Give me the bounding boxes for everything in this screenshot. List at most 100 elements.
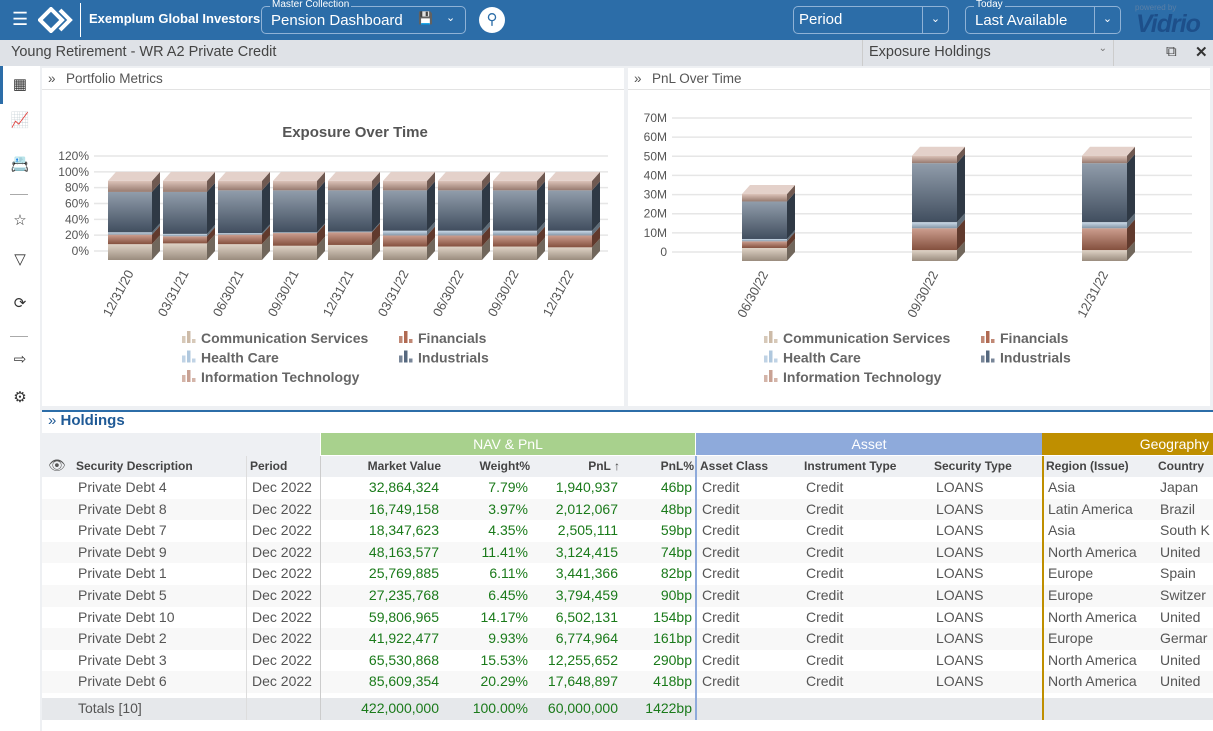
legend-item[interactable]: Financials: [981, 330, 1069, 346]
cell-market-value: 27,235,768: [368, 587, 439, 603]
bar-top: [163, 171, 215, 181]
cell-country: [1160, 698, 1213, 720]
column-header-period[interactable]: Period: [250, 456, 326, 477]
legend-item[interactable]: Health Care: [764, 350, 861, 366]
bar-segment: [493, 190, 537, 231]
bar-segment: [218, 244, 262, 260]
column-header-weight[interactable]: Weight%: [442, 456, 530, 477]
cell-asset-class: Credit: [702, 479, 740, 495]
bar-segment: [328, 244, 372, 260]
legend-bar-icon: [182, 331, 196, 343]
legend-item[interactable]: Industrials: [981, 350, 1071, 366]
cell-region: North America: [1048, 651, 1137, 668]
bar-segment: [912, 155, 957, 164]
column-header-pnl[interactable]: PnL ↑: [530, 456, 620, 477]
cell-region: Asia: [1048, 479, 1076, 495]
cell-pnl-pct: 1422bp: [645, 700, 692, 716]
table-row[interactable]: Private Debt 2 Dec 2022 41,922,477 9.93% 6,7…: [42, 628, 1213, 650]
column-header-instrument-type[interactable]: Instrument Type: [804, 456, 932, 477]
cell-security-description: Private Debt 9: [78, 543, 167, 560]
column-header-security-type[interactable]: Security Type: [934, 456, 1046, 477]
bar-segment: [383, 246, 427, 260]
cell-pnl: 3,441,366: [555, 565, 618, 582]
cell-market-value: 32,864,324: [368, 479, 439, 495]
column-header-security-description[interactable]: Security Description: [76, 456, 252, 477]
cell-weight: 20.29%: [480, 673, 528, 690]
cell-pnl: 6,502,131: [555, 608, 618, 625]
legend-bar-icon: [399, 350, 413, 363]
cell-pnl: 2,012,067: [555, 500, 618, 517]
cell-weight: 6.11%: [489, 565, 528, 582]
legend-item[interactable]: Information Technology: [764, 369, 942, 385]
cell-asset-class: Credit: [702, 587, 740, 603]
column-visibility-icon[interactable]: 👁: [48, 457, 66, 474]
cell-pnl: 1,940,937: [555, 479, 618, 495]
exposure-over-time-chart: 0% 20% 40%60% 80% 100% 120% Exposure Over Time…: [58, 111, 1192, 385]
table-row[interactable]: Private Debt 7 Dec 2022 18,347,623 4.35% 2,5…: [42, 520, 1213, 542]
column-header-region[interactable]: Region (Issue): [1046, 456, 1160, 477]
column-header-asset-class[interactable]: Asset Class: [700, 456, 806, 477]
bar-segment: [493, 246, 537, 260]
expand-icon[interactable]: »: [48, 412, 56, 429]
legend-item[interactable]: Communication Services: [764, 330, 950, 346]
legend-item[interactable]: Communication Services: [182, 330, 368, 346]
legend-item[interactable]: Information Technology: [182, 369, 360, 385]
bar-stack: [493, 171, 545, 260]
cell-market-value: 16,749,158: [368, 500, 439, 517]
totals-row[interactable]: Totals [10] 422,000,000 100.00% 60,000,000 1…: [42, 698, 1213, 720]
cell-security-type: LOANS: [936, 608, 984, 625]
bar-stack: [328, 171, 380, 260]
cell-region: Europe: [1048, 565, 1094, 582]
cell-period: Dec 2022: [252, 608, 312, 625]
cell-region: [1048, 698, 1158, 720]
group-header-geography: Geography: [1042, 433, 1213, 455]
legend-item[interactable]: Financials: [399, 330, 487, 346]
cell-period: Dec 2022: [252, 479, 312, 495]
cell-market-value: 48,163,577: [368, 543, 439, 560]
cell-security-type: LOANS: [936, 479, 984, 495]
cell-security-description: Private Debt 6: [78, 673, 167, 690]
table-row[interactable]: Private Debt 3 Dec 2022 65,530,868 15.53% 12…: [42, 649, 1213, 672]
cell-period: Dec 2022: [252, 630, 312, 647]
legend-label: Industrials: [1000, 350, 1071, 366]
bar-segment: [163, 243, 207, 260]
table-row[interactable]: Private Debt 8 Dec 2022 16,749,158 3.97% 2,0…: [42, 498, 1213, 521]
legend-bar-icon: [764, 350, 778, 363]
bar-segment: [328, 231, 372, 233]
bar-stack: [742, 185, 795, 261]
bar-stack: [163, 171, 215, 260]
column-header-pnl-pct[interactable]: PnL%: [620, 456, 694, 477]
cell-region: Asia: [1048, 522, 1076, 539]
cell-asset-class: Credit: [702, 543, 740, 560]
table-row[interactable]: Private Debt 10 Dec 2022 59,806,965 14.17% 6…: [42, 606, 1213, 629]
bar-segment: [742, 194, 787, 202]
cell-instrument-type: Credit: [806, 500, 844, 517]
bar-segment: [273, 180, 317, 191]
bar-segment: [438, 235, 482, 247]
holdings-panel: » Holdings NAV & PnL Asset Geography 👁 S…: [42, 410, 1213, 731]
table-row[interactable]: Private Debt 9 Dec 2022 48,163,577 11.41% 3,…: [42, 541, 1213, 564]
column-header-market-value[interactable]: Market Value: [319, 456, 441, 477]
x-tick-label: 06/30/22: [430, 267, 467, 319]
bar-stack: [1082, 146, 1135, 261]
x-tick-label: 09/30/22: [904, 268, 941, 320]
table-row[interactable]: Private Debt 4 Dec 2022 32,864,324 7.79% 1,9…: [42, 477, 1213, 499]
table-row[interactable]: Private Debt 6 Dec 2022 85,609,354 20.29% 17…: [42, 671, 1213, 693]
bar-segment: [218, 233, 262, 235]
legend-item[interactable]: Health Care: [182, 350, 279, 366]
legend-label: Health Care: [783, 350, 861, 366]
column-header-country[interactable]: Country: [1158, 456, 1213, 477]
cell-weight: 3.97%: [488, 500, 528, 517]
bar-segment: [328, 180, 372, 191]
y-tick-label: 60M: [644, 130, 667, 144]
x-tick-label: 09/30/22: [485, 267, 522, 319]
cell-pnl-pct: 161bp: [653, 630, 692, 647]
bar-segment: [493, 180, 537, 191]
x-tick-label: 12/31/22: [540, 267, 577, 319]
cell-pnl-pct: 59bp: [660, 522, 692, 539]
table-row[interactable]: Private Debt 1 Dec 2022 25,769,885 6.11% 3,4…: [42, 563, 1213, 585]
bar-segment: [1082, 155, 1127, 164]
table-row[interactable]: Private Debt 5 Dec 2022 27,235,768 6.45% 3,7…: [42, 585, 1213, 607]
x-tick-label: 03/31/22: [375, 267, 412, 319]
legend-item[interactable]: Industrials: [399, 350, 489, 366]
